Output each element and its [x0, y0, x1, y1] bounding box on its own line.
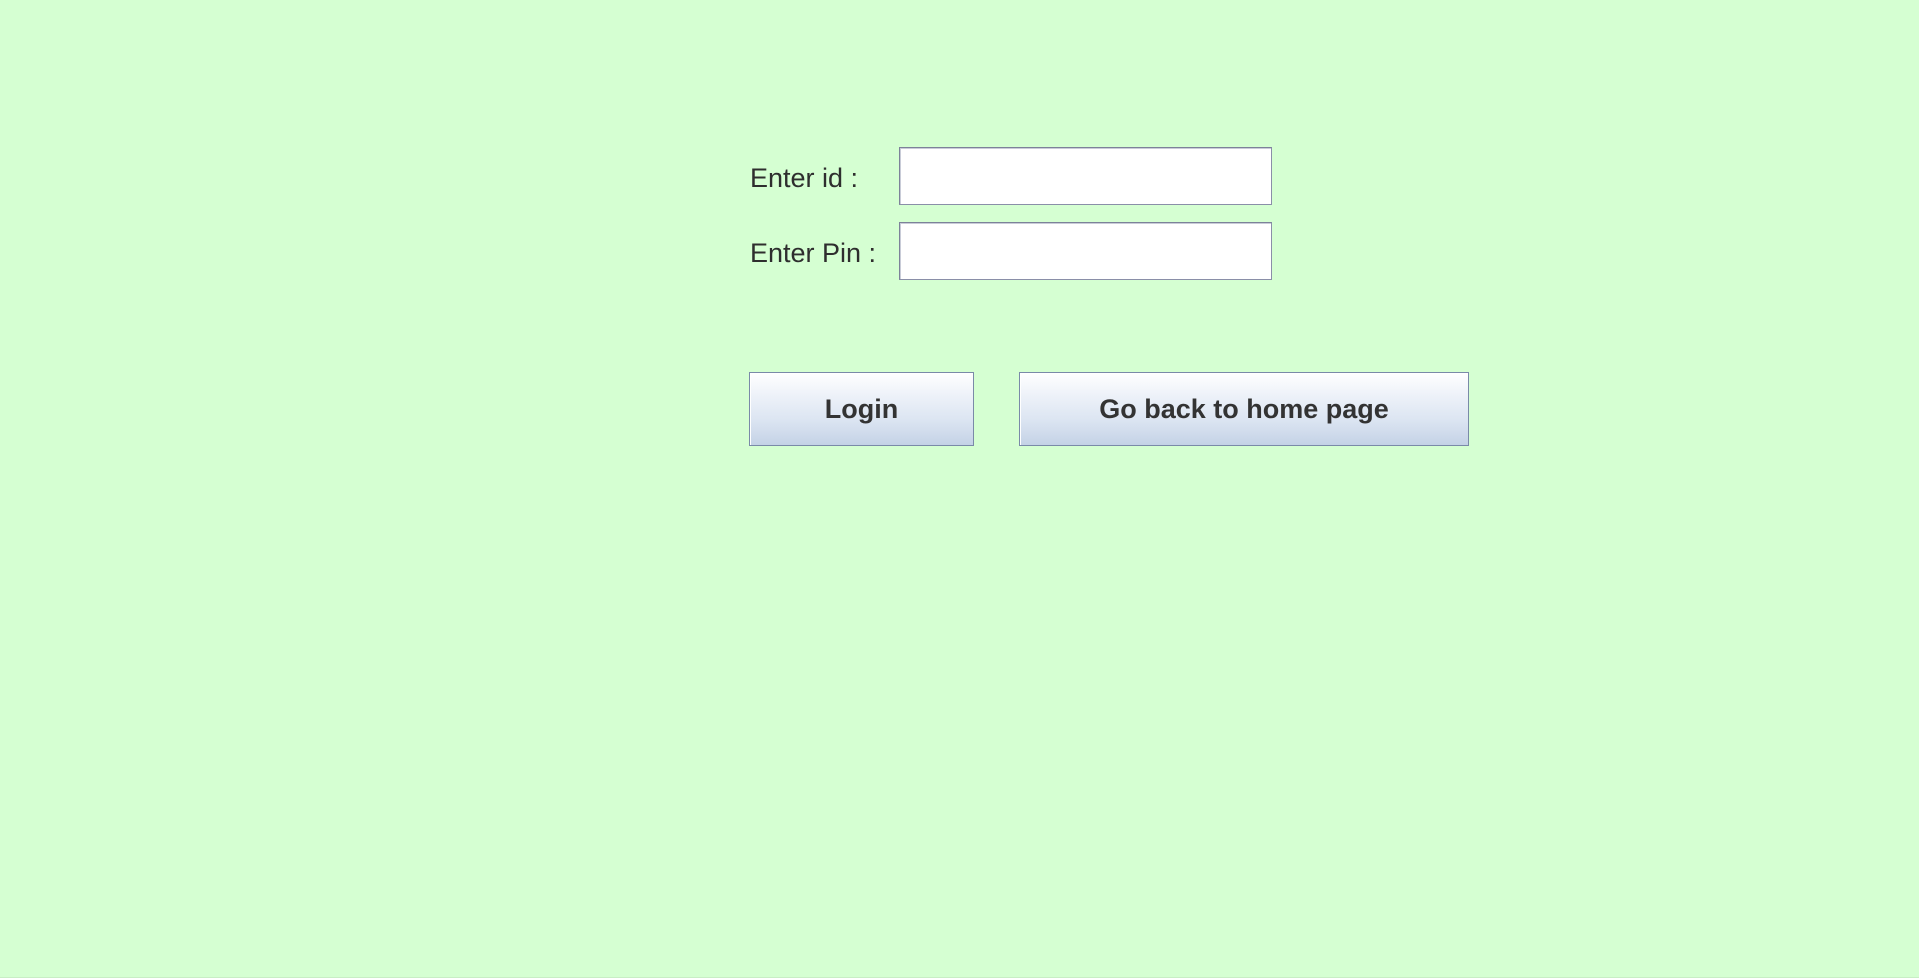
pin-input[interactable]: [899, 222, 1272, 280]
pin-label: Enter Pin :: [750, 238, 877, 268]
login-button[interactable]: Login: [749, 372, 974, 446]
login-window: Enter id : Enter Pin : Login Go back to …: [0, 0, 1919, 978]
go-back-home-button[interactable]: Go back to home page: [1019, 372, 1469, 446]
id-input[interactable]: [899, 147, 1272, 205]
id-label: Enter id :: [750, 163, 859, 193]
